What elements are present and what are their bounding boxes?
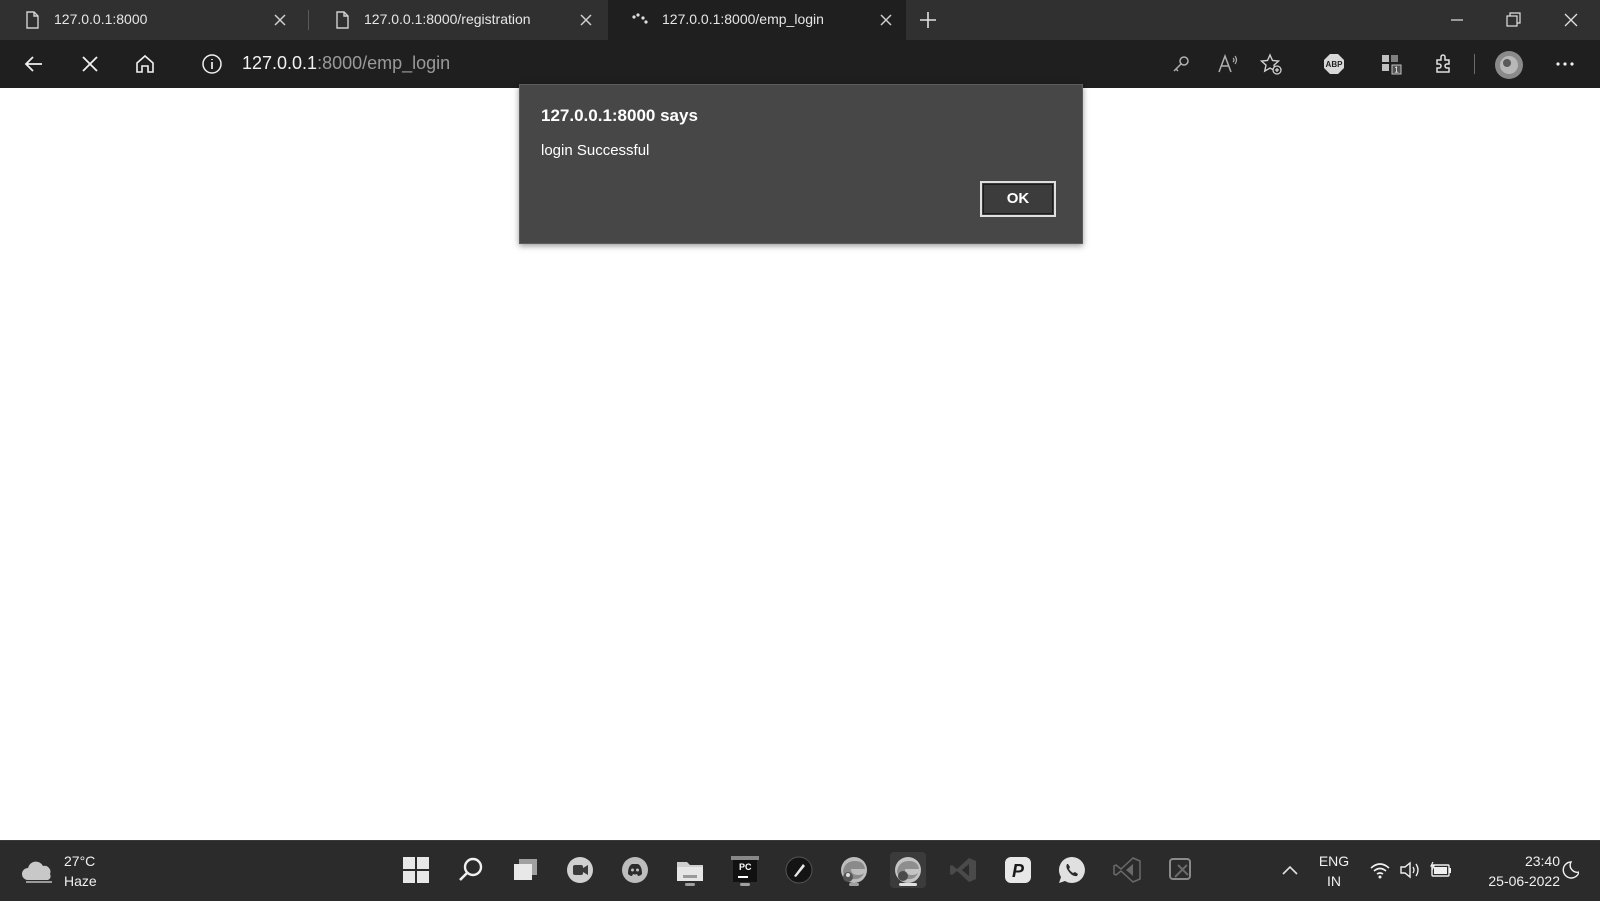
svg-text:PC: PC xyxy=(739,862,752,872)
url-host: 127.0.0.1 xyxy=(242,53,318,73)
toolbar-divider xyxy=(1474,54,1475,74)
inkscape-button[interactable] xyxy=(781,852,817,888)
snipping-tool-button[interactable] xyxy=(1163,852,1199,888)
restore-icon[interactable] xyxy=(1503,10,1523,30)
tab-label: 127.0.0.1:8000/registration xyxy=(364,11,531,27)
browser-toolbar xyxy=(0,40,1600,88)
dialog-message: login Successful xyxy=(541,142,650,159)
edge-profile-button[interactable] xyxy=(836,852,872,888)
edge-icon xyxy=(841,857,867,883)
tab-label: 127.0.0.1:8000/emp_login xyxy=(662,11,824,27)
volume-icon[interactable] xyxy=(1399,861,1421,879)
running-indicator xyxy=(685,883,695,886)
search-button[interactable] xyxy=(453,852,489,888)
file-explorer-button[interactable] xyxy=(672,852,708,888)
stop-loading-icon[interactable] xyxy=(78,52,102,76)
vscode-icon xyxy=(950,858,976,882)
profile-avatar[interactable] xyxy=(1494,50,1524,80)
start-button[interactable] xyxy=(398,852,434,888)
focus-moon-icon[interactable] xyxy=(1559,860,1579,880)
tab-strip: 127.0.0.1:8000 127.0.0.1:8000/registrati… xyxy=(0,0,1600,40)
p-app-button[interactable]: P xyxy=(1000,852,1036,888)
url-path: :8000/emp_login xyxy=(317,53,451,73)
teams-chat-button[interactable] xyxy=(562,852,598,888)
task-view-icon xyxy=(514,859,537,880)
loading-spinner-icon xyxy=(632,13,648,24)
pycharm-icon: PC xyxy=(731,856,759,882)
close-tab-icon[interactable] xyxy=(578,12,594,28)
close-tab-icon[interactable] xyxy=(878,12,894,28)
windows-icon xyxy=(403,857,429,883)
dialog-title: 127.0.0.1:8000 says xyxy=(541,106,698,125)
pycharm-button[interactable]: PC xyxy=(727,852,763,888)
whatsapp-button[interactable] xyxy=(1054,852,1090,888)
chevron-up-icon[interactable] xyxy=(1280,862,1300,878)
more-options-icon[interactable] xyxy=(1553,52,1577,76)
ok-button[interactable]: OK xyxy=(980,181,1056,217)
clock-time[interactable]: 23:40 xyxy=(1500,853,1560,869)
running-indicator xyxy=(849,883,859,886)
search-icon xyxy=(459,857,483,881)
new-tab-icon[interactable] xyxy=(918,10,938,30)
read-aloud-icon[interactable] xyxy=(1215,52,1239,76)
page-icon xyxy=(336,11,349,29)
active-indicator xyxy=(899,883,917,886)
whatsapp-icon xyxy=(1058,856,1085,883)
discord-button[interactable] xyxy=(617,852,653,888)
close-tab-icon[interactable] xyxy=(272,12,288,28)
back-icon[interactable] xyxy=(22,52,46,76)
wifi-icon[interactable] xyxy=(1369,861,1391,879)
page-icon xyxy=(26,11,39,29)
weather-description[interactable]: Haze xyxy=(64,873,97,889)
running-indicator xyxy=(740,883,750,886)
adblock-plus-icon[interactable]: ABP xyxy=(1322,52,1346,76)
weather-icon[interactable] xyxy=(22,856,58,886)
brush-app-icon xyxy=(785,856,813,884)
tab-home[interactable]: 127.0.0.1:8000 xyxy=(0,0,300,40)
vscode-button[interactable] xyxy=(945,852,981,888)
folder-icon xyxy=(677,862,703,881)
tab-registration[interactable]: 127.0.0.1:8000/registration xyxy=(310,0,606,40)
clock-date[interactable]: 25-06-2022 xyxy=(1466,873,1560,889)
extensions-icon[interactable] xyxy=(1432,52,1456,76)
edge-active-button[interactable] xyxy=(890,852,926,888)
tab-emp-login[interactable]: 127.0.0.1:8000/emp_login xyxy=(608,0,906,40)
language-code[interactable]: ENG xyxy=(1316,853,1352,869)
weather-temperature[interactable]: 27°C xyxy=(64,853,95,869)
svg-text:1: 1 xyxy=(1394,66,1399,75)
minimize-icon[interactable] xyxy=(1447,10,1467,30)
task-view-button[interactable] xyxy=(508,852,544,888)
snip-icon xyxy=(1169,858,1191,880)
edge-icon xyxy=(895,857,921,883)
add-favorite-icon[interactable] xyxy=(1259,52,1283,76)
battery-charging-icon[interactable] xyxy=(1429,861,1453,879)
svg-text:ABP: ABP xyxy=(1326,60,1344,69)
language-region[interactable]: IN xyxy=(1316,873,1352,889)
collections-icon[interactable]: 1 xyxy=(1380,52,1404,76)
visual-studio-icon xyxy=(1113,857,1141,883)
home-icon[interactable] xyxy=(133,52,157,76)
key-icon[interactable] xyxy=(1169,52,1193,76)
svg-text:P: P xyxy=(1012,861,1025,881)
tab-label: 127.0.0.1:8000 xyxy=(54,11,148,27)
tab-separator xyxy=(308,10,309,30)
discord-icon xyxy=(622,857,648,883)
url-text[interactable]: 127.0.0.1:8000/emp_login xyxy=(242,53,450,74)
alert-dialog: 127.0.0.1:8000 says login Successful OK xyxy=(519,84,1083,244)
site-info-icon[interactable] xyxy=(200,52,224,76)
close-window-icon[interactable] xyxy=(1561,10,1581,30)
visual-studio-button[interactable] xyxy=(1109,852,1145,888)
p-app-icon: P xyxy=(1005,857,1031,883)
chat-icon xyxy=(567,857,593,883)
